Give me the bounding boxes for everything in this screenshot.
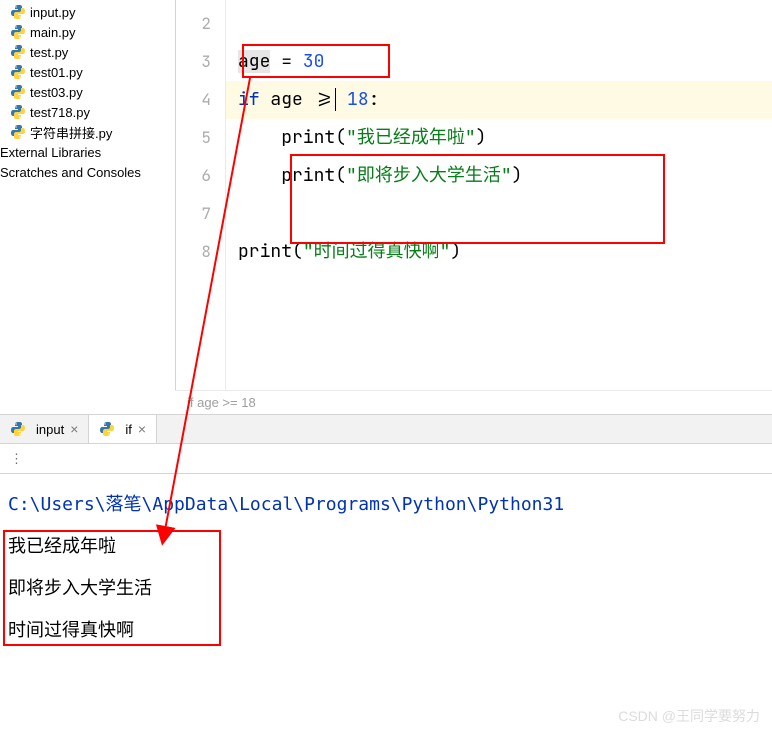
external-libraries[interactable]: External Libraries [0, 142, 175, 162]
scratches-consoles[interactable]: Scratches and Consoles [0, 162, 175, 182]
file-label: test.py [30, 45, 68, 60]
python-file-icon [99, 421, 115, 437]
python-file-icon [10, 421, 26, 437]
python-file-icon [10, 104, 26, 120]
close-icon[interactable]: × [138, 421, 146, 437]
file-tree-item[interactable]: test718.py [0, 102, 175, 122]
line-gutter: 2 3 4 5 6 7 8 [176, 0, 226, 390]
python-file-icon [10, 24, 26, 40]
console-output[interactable]: C:\Users\落笔\AppData\Local\Programs\Pytho… [0, 474, 772, 662]
console-toolbar: ⋮ [0, 444, 772, 474]
code-line-current: if age >= 18: [226, 81, 772, 119]
python-file-icon [10, 4, 26, 20]
python-file-icon [10, 64, 26, 80]
more-icon[interactable]: ⋮ [10, 451, 23, 467]
code-line: print("时间过得真快啊") [226, 233, 772, 271]
code-line: print("我已经成年啦") [226, 119, 772, 157]
file-label: input.py [30, 5, 76, 20]
file-tree-item[interactable]: 字符串拼接.py [0, 122, 175, 142]
line-number: 8 [176, 233, 225, 271]
interpreter-path: C:\Users\落笔\AppData\Local\Programs\Pytho… [8, 488, 764, 522]
line-number: 6 [176, 157, 225, 195]
project-sidebar: input.py main.py test.py test01.py test0… [0, 0, 175, 390]
python-file-icon [10, 44, 26, 60]
line-number: 4 [176, 81, 225, 119]
file-label: test01.py [30, 65, 83, 80]
lib-label: Scratches and Consoles [0, 165, 141, 180]
output-line: 我已经成年啦 [8, 530, 764, 564]
file-label: test718.py [30, 105, 90, 120]
code-editor[interactable]: 2 3 4 5 6 7 8 age = 30 if age >= 18: pri… [175, 0, 772, 390]
breadcrumb: if age >= 18 [175, 390, 772, 414]
file-tree-item[interactable]: test01.py [0, 62, 175, 82]
file-label: main.py [30, 25, 76, 40]
file-tree-item[interactable]: test.py [0, 42, 175, 62]
lib-label: External Libraries [0, 145, 101, 160]
file-label: test03.py [30, 85, 83, 100]
line-number: 2 [176, 5, 225, 43]
run-tabs-bar: input × if × [0, 414, 772, 444]
line-number: 5 [176, 119, 225, 157]
file-tree-item[interactable]: test03.py [0, 82, 175, 102]
line-number: 3 [176, 43, 225, 81]
file-tree-item[interactable]: input.py [0, 2, 175, 22]
code-line: print("即将步入大学生活") [226, 157, 772, 195]
close-icon[interactable]: × [70, 421, 78, 437]
code-line: age = 30 [226, 43, 772, 81]
file-label: 字符串拼接.py [30, 123, 112, 142]
python-file-icon [10, 84, 26, 100]
code-line [226, 5, 772, 43]
output-line: 时间过得真快啊 [8, 614, 764, 648]
watermark: CSDN @王同学要努力 [618, 706, 760, 726]
code-line [226, 195, 772, 233]
run-tab-if[interactable]: if × [89, 415, 157, 443]
line-number: 7 [176, 195, 225, 233]
python-file-icon [10, 124, 26, 140]
file-tree-item[interactable]: main.py [0, 22, 175, 42]
run-tab-input[interactable]: input × [0, 415, 89, 443]
code-area[interactable]: age = 30 if age >= 18: print("我已经成年啦") p… [226, 0, 772, 390]
tab-label: input [36, 422, 64, 437]
tab-label: if [125, 422, 132, 437]
output-line: 即将步入大学生活 [8, 572, 764, 606]
